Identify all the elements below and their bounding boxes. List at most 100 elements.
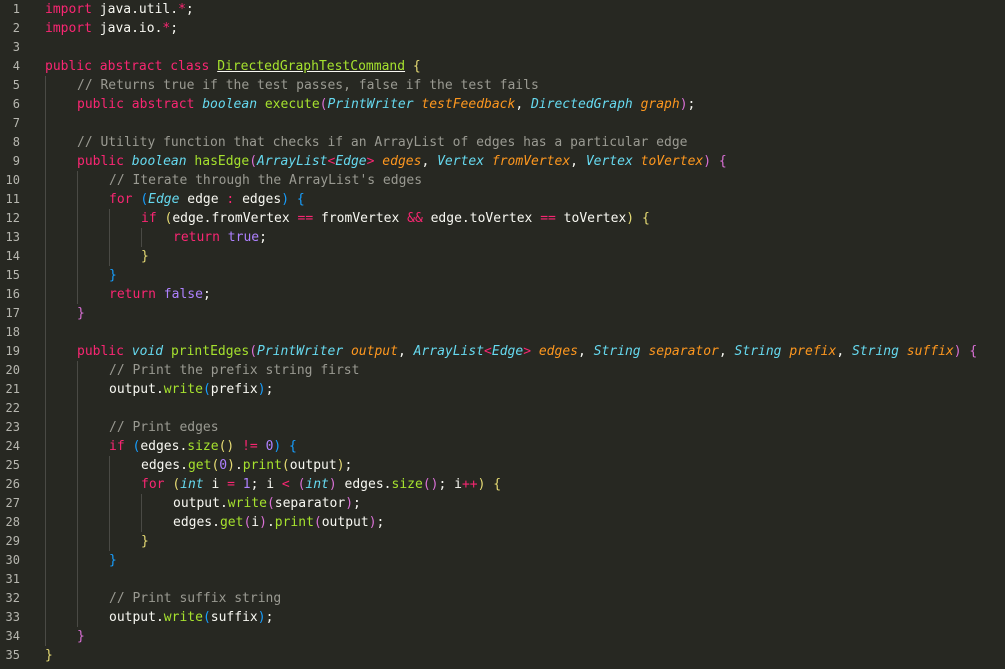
token-type: boolean (131, 154, 187, 169)
indent-guide (77, 551, 78, 570)
code-line[interactable]: 6 public abstract boolean execute(PrintWr… (0, 95, 1005, 114)
token-id: ; (353, 496, 361, 511)
indent-guide (45, 399, 46, 418)
indent-guide (77, 513, 78, 532)
token-type: Edge (491, 344, 524, 359)
indent-guide (45, 627, 46, 646)
code-line[interactable]: 34} (0, 627, 1005, 646)
code-line[interactable]: 1 import java.util.*; (0, 0, 1005, 19)
token-fn: execute (264, 97, 320, 112)
line-number: 32 (5, 591, 20, 605)
code-line[interactable]: 29} (0, 532, 1005, 551)
token-id: edges. (173, 515, 220, 530)
code-editor[interactable]: 1 import java.util.*; 2 import java.io.*; 3 4… (0, 0, 1005, 669)
line-number: 11 (5, 192, 20, 206)
token-brace2: () (422, 477, 439, 492)
code-line[interactable]: 21 output.write(prefix); (0, 380, 1005, 399)
token-brace3: ( (202, 610, 211, 625)
token-brace3: ( (140, 192, 149, 207)
code-line[interactable]: 19 public void printEdges(PrintWriter out… (0, 342, 1005, 361)
token-fn: write (163, 382, 203, 397)
code-line[interactable]: 35} (0, 646, 1005, 665)
token-fn: get (187, 458, 212, 473)
code-line[interactable]: 24 if (edges.size() != 0) { (0, 437, 1005, 456)
line-number: 21 (5, 382, 20, 396)
code-line[interactable]: 27 output.write(separator); (0, 494, 1005, 513)
token-op: < (484, 344, 492, 359)
token-id (343, 344, 351, 359)
token-brace2: ) (368, 515, 377, 530)
code-line[interactable]: 20 // Print the prefix string first (0, 361, 1005, 380)
code-line[interactable]: 31 (0, 570, 1005, 589)
code-line[interactable]: 25 edges.get(0).print(output); (0, 456, 1005, 475)
indent-guide (45, 228, 46, 247)
code-line[interactable]: 3 (0, 38, 1005, 57)
code-line[interactable]: 16 return false; (0, 285, 1005, 304)
indent-guide (109, 513, 110, 532)
indent-guide (45, 456, 46, 475)
token-id: output. (109, 610, 164, 625)
code-line[interactable]: 2 import java.io.*; (0, 19, 1005, 38)
indent-guide (45, 437, 46, 456)
token-kw: return (173, 230, 220, 245)
token-type: int (180, 477, 204, 492)
token-id: output. (109, 382, 164, 397)
indent-guide (77, 361, 78, 380)
token-com: // Print the prefix string first (109, 363, 360, 378)
code-line[interactable]: 14} (0, 247, 1005, 266)
token-brace2: ( (249, 344, 258, 359)
token-const: true (227, 230, 260, 245)
indent-guide (45, 380, 46, 399)
line-source: return false; (109, 285, 211, 304)
code-line[interactable]: 30} (0, 551, 1005, 570)
line-source: // Print suffix string (109, 589, 281, 608)
code-line[interactable]: 17} (0, 304, 1005, 323)
code-line[interactable]: 18 (0, 323, 1005, 342)
line-source: } (77, 304, 85, 323)
token-fn: size (187, 439, 219, 454)
code-line[interactable]: 11 for (Edge edge : edges) { (0, 190, 1005, 209)
line-source: public abstract class DirectedGraphTestC… (45, 57, 421, 76)
token-type: ArrayList (413, 344, 485, 359)
token-brace2: ) (703, 154, 712, 169)
token-id: output. (173, 496, 228, 511)
token-id (257, 97, 265, 112)
code-line[interactable]: 32 // Print suffix string (0, 589, 1005, 608)
indent-guide (77, 399, 78, 418)
token-id (634, 211, 642, 226)
token-type: int (305, 477, 329, 492)
line-number: 9 (12, 154, 20, 168)
token-param: toVertex (640, 154, 704, 169)
line-source: } (109, 551, 117, 570)
code-line[interactable]: 22 (0, 399, 1005, 418)
token-id: ; (185, 2, 194, 17)
code-line[interactable]: 7 (0, 114, 1005, 133)
code-area[interactable]: 1 import java.util.*; 2 import java.io.*; 3 4… (0, 0, 1005, 665)
code-line[interactable]: 26 for (int i = 1; i < (int) edges.size()… (0, 475, 1005, 494)
token-param: suffix (906, 344, 954, 359)
code-line[interactable]: 12 if (edge.fromVertex == fromVertex && e… (0, 209, 1005, 228)
code-line[interactable]: 10 // Iterate through the ArrayList's edg… (0, 171, 1005, 190)
token-type: Vertex (585, 154, 633, 169)
token-brace3: { (289, 439, 297, 454)
token-id (234, 439, 242, 454)
token-fn: print (242, 458, 282, 473)
code-line[interactable]: 23 // Print edges (0, 418, 1005, 437)
token-fn: write (227, 496, 267, 511)
code-line[interactable]: 33 output.write(suffix); (0, 608, 1005, 627)
code-line[interactable]: 9 public boolean hasEdge(ArrayList<Edge> … (0, 152, 1005, 171)
code-line[interactable]: 28 edges.get(i).print(output); (0, 513, 1005, 532)
indent-guide (77, 266, 78, 285)
code-line[interactable]: 13 return true; (0, 228, 1005, 247)
token-fn: hasEdge (194, 154, 250, 169)
line-number: 31 (5, 572, 20, 586)
code-line[interactable]: 5 // Returns true if the test passes, fal… (0, 76, 1005, 95)
indent-guide (77, 190, 78, 209)
token-id (531, 344, 539, 359)
code-line[interactable]: 4 public abstract class DirectedGraphTest… (0, 57, 1005, 76)
token-id: ; (265, 610, 274, 625)
token-brace3: } (109, 553, 117, 568)
code-line[interactable]: 8 // Utility function that checks if an A… (0, 133, 1005, 152)
token-brace3: ) (257, 610, 266, 625)
code-line[interactable]: 15} (0, 266, 1005, 285)
